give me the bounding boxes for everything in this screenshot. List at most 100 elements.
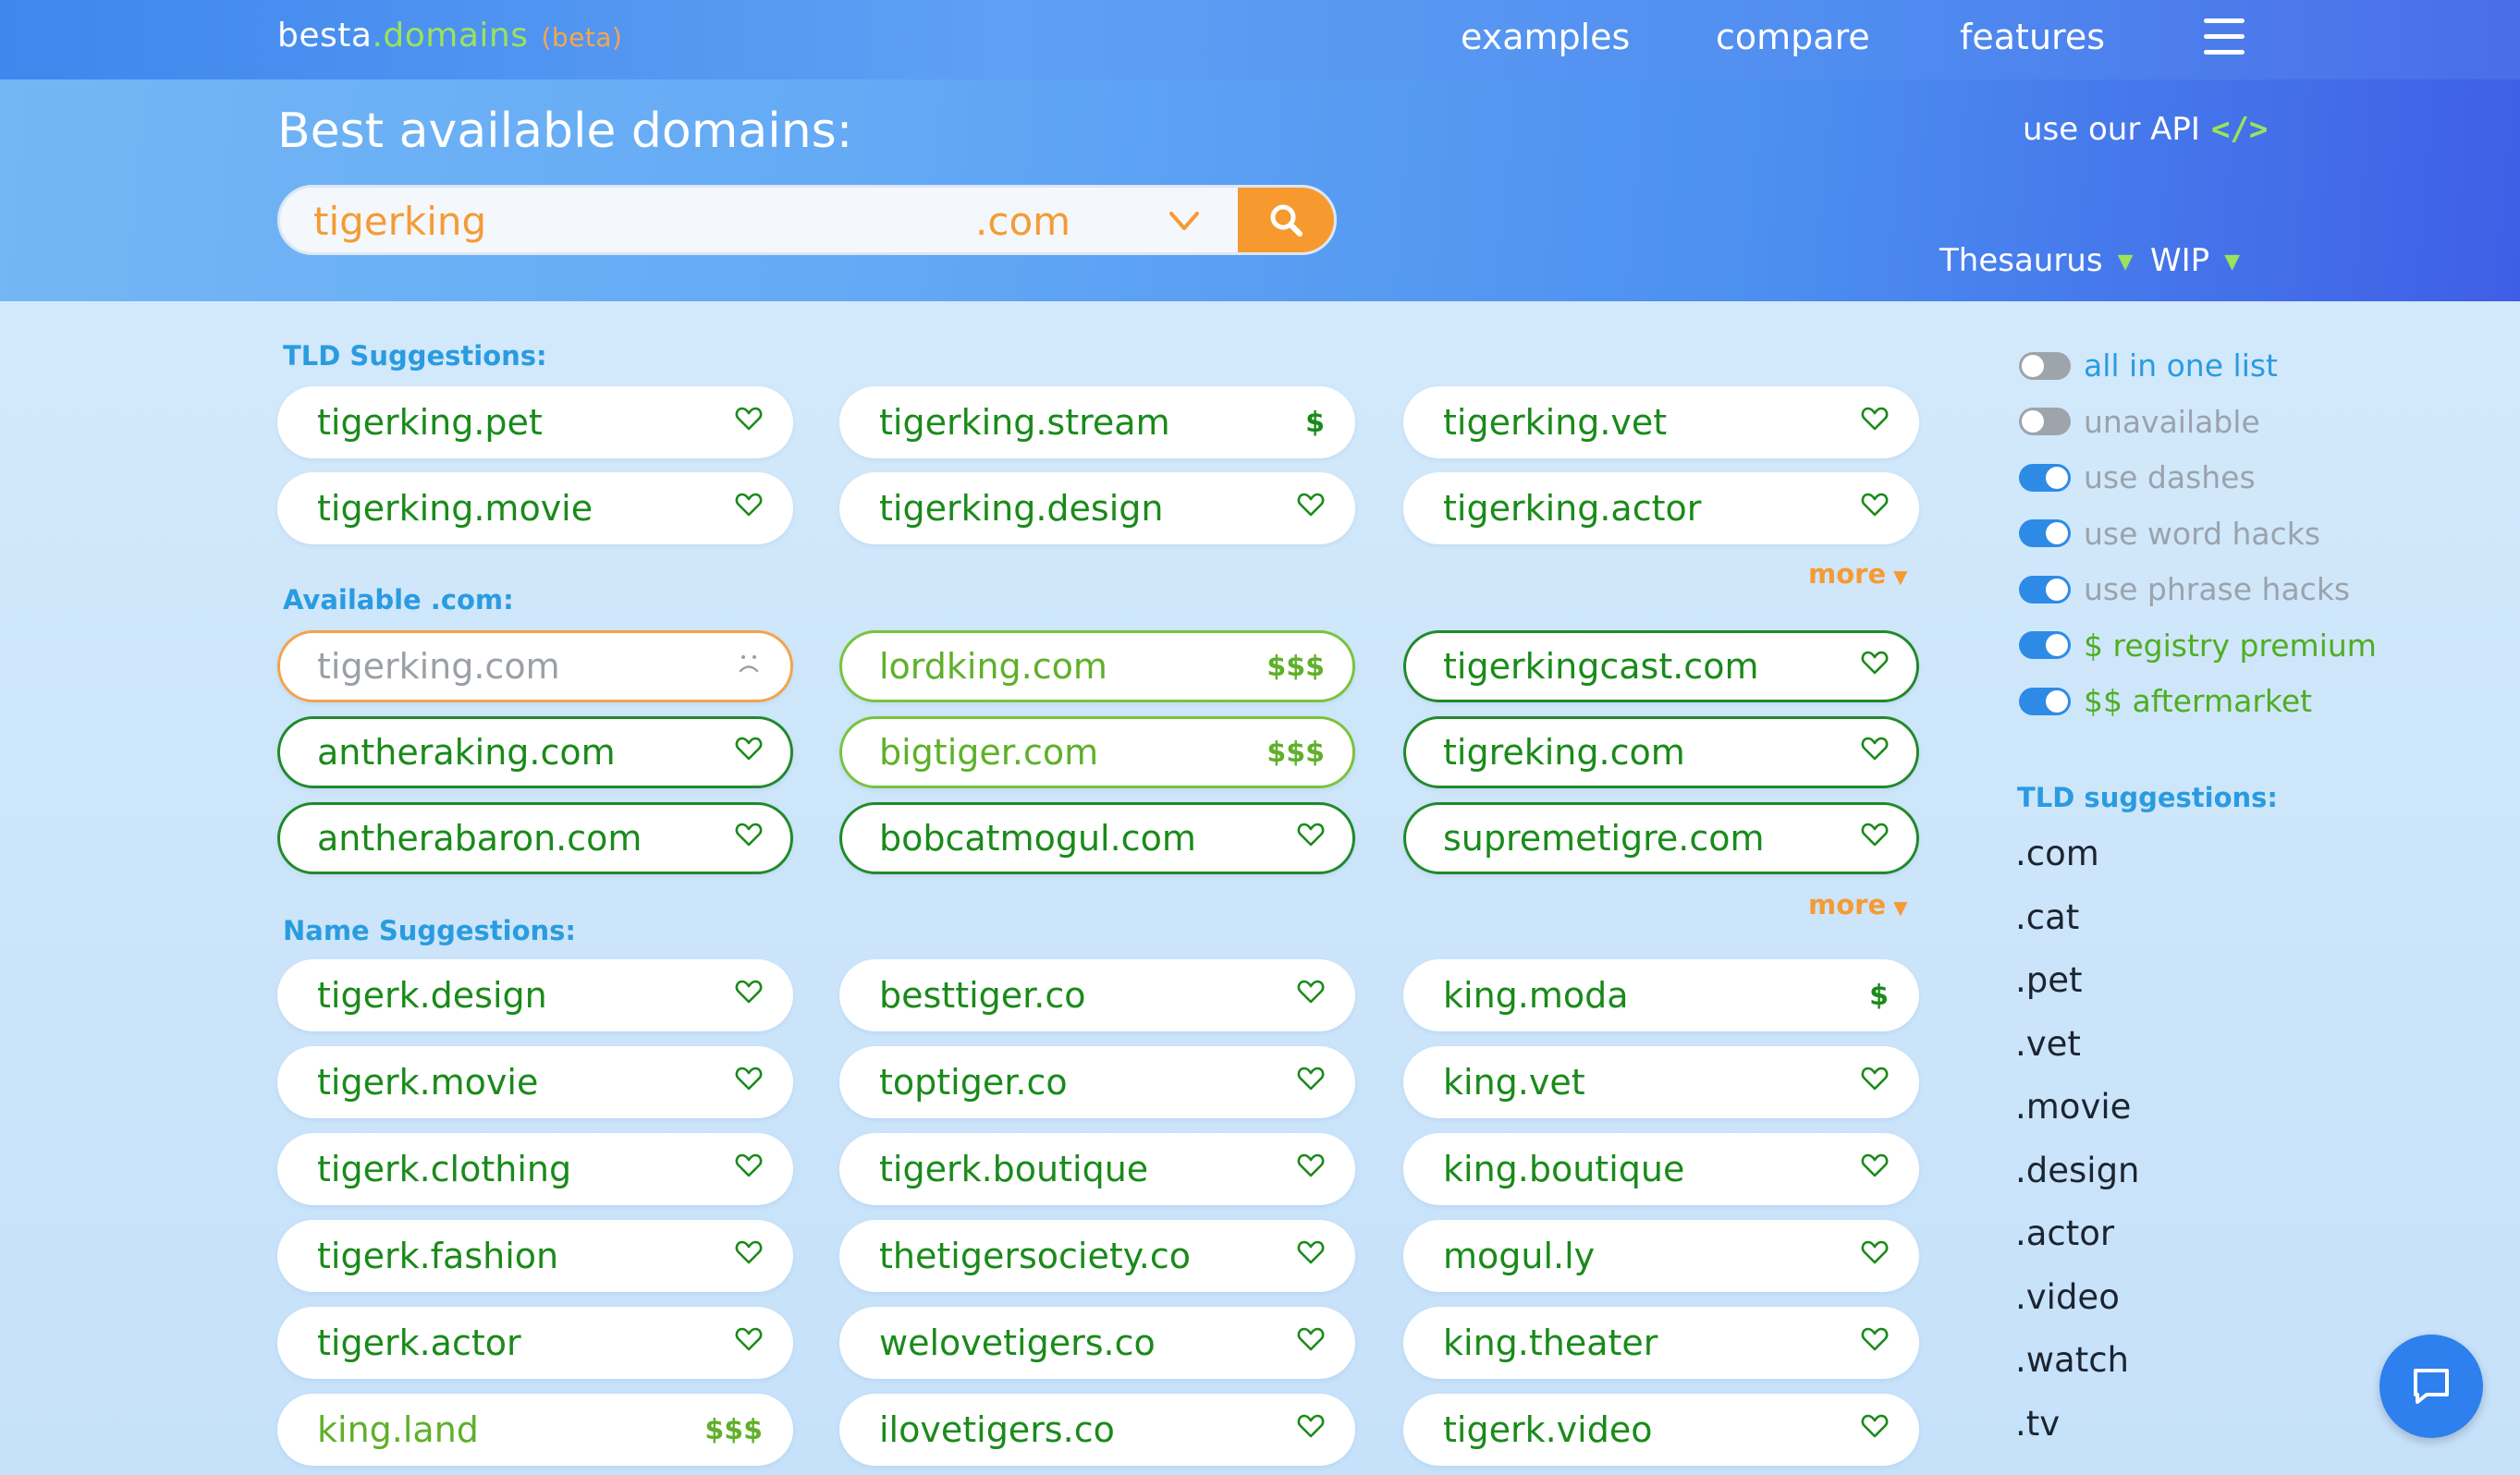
tld-suggestion-card[interactable]: tigerking.vet bbox=[1403, 386, 1919, 458]
tld-suggestion-card[interactable]: tigerking.movie bbox=[277, 472, 793, 544]
heart-icon[interactable] bbox=[735, 735, 763, 770]
name-suggestion-card[interactable]: tigerk.video bbox=[1403, 1394, 1919, 1466]
heart-icon[interactable] bbox=[1861, 649, 1889, 684]
name-suggestion-card[interactable]: tigerk.movie bbox=[277, 1046, 793, 1118]
toggle-switch[interactable] bbox=[2019, 575, 2071, 603]
name-suggestion-card[interactable]: king.theater bbox=[1403, 1307, 1919, 1379]
heart-icon[interactable] bbox=[1861, 1065, 1889, 1100]
name-suggestion-card[interactable]: tigerk.clothing bbox=[277, 1133, 793, 1205]
toggle-switch[interactable] bbox=[2019, 519, 2071, 547]
heart-icon[interactable] bbox=[735, 821, 763, 856]
name-suggestion-card[interactable]: king.moda $ bbox=[1403, 959, 1919, 1031]
available-domain-card[interactable]: tigerking.com bbox=[277, 630, 793, 702]
tld-suggestion-card[interactable]: tigerking.stream $ bbox=[839, 386, 1355, 458]
name-suggestion-card[interactable]: tigerk.design bbox=[277, 959, 793, 1031]
sidebar-tld-item[interactable]: .pet bbox=[2015, 960, 2083, 1000]
menu-icon[interactable] bbox=[2204, 18, 2245, 55]
heart-icon[interactable] bbox=[1861, 821, 1889, 856]
heart-icon[interactable] bbox=[735, 1152, 763, 1187]
name-suggestion-card[interactable]: tigerk.fashion bbox=[277, 1220, 793, 1292]
name-suggestion-card[interactable]: king.boutique bbox=[1403, 1133, 1919, 1205]
heart-icon[interactable] bbox=[1861, 1152, 1889, 1187]
available-domain-card[interactable]: tigerkingcast.com bbox=[1403, 630, 1919, 702]
toggle-switch[interactable] bbox=[2019, 463, 2071, 492]
heart-icon[interactable] bbox=[1861, 1325, 1889, 1360]
heart-icon[interactable] bbox=[1297, 1152, 1325, 1187]
name-suggestion-card[interactable]: tigerk.actor bbox=[277, 1307, 793, 1379]
wip-dropdown[interactable]: WIP ▼ bbox=[2150, 242, 2240, 279]
available-domain-card[interactable]: bobcatmogul.com bbox=[839, 802, 1355, 874]
heart-icon[interactable] bbox=[1861, 735, 1889, 770]
thesaurus-dropdown[interactable]: Thesaurus ▼ bbox=[1939, 242, 2134, 279]
heart-icon[interactable] bbox=[735, 1325, 763, 1360]
option-toggle-row[interactable]: use word hacks bbox=[2019, 516, 2320, 552]
option-toggle-row[interactable]: unavailable bbox=[2019, 404, 2260, 440]
heart-icon[interactable] bbox=[1297, 1412, 1325, 1447]
more-available-button[interactable]: more ▼ bbox=[1808, 889, 1908, 920]
option-toggle-row[interactable]: use phrase hacks bbox=[2019, 571, 2350, 607]
site-logo[interactable]: besta.domains (beta) bbox=[277, 17, 622, 55]
sidebar-tld-item[interactable]: .watch bbox=[2015, 1340, 2129, 1380]
sidebar-tld-item[interactable]: .movie bbox=[2015, 1087, 2131, 1127]
tld-suggestion-card[interactable]: tigerking.design bbox=[839, 472, 1355, 544]
tld-suggestion-card[interactable]: tigerking.actor bbox=[1403, 472, 1919, 544]
heart-icon[interactable] bbox=[1861, 491, 1889, 526]
price-badge[interactable]: $ bbox=[1305, 407, 1325, 439]
available-domain-card[interactable]: bigtiger.com $$$ bbox=[839, 716, 1355, 788]
name-suggestion-card[interactable]: ilovetigers.co bbox=[839, 1394, 1355, 1466]
heart-icon[interactable] bbox=[1297, 978, 1325, 1013]
name-suggestion-card[interactable]: tigerk.boutique bbox=[839, 1133, 1355, 1205]
option-toggle-row[interactable]: $$ aftermarket bbox=[2019, 683, 2312, 719]
nav-features[interactable]: features bbox=[1960, 17, 2105, 57]
heart-icon[interactable] bbox=[1861, 405, 1889, 440]
name-suggestion-card[interactable]: welovetigers.co bbox=[839, 1307, 1355, 1379]
nav-examples[interactable]: examples bbox=[1461, 17, 1630, 57]
heart-icon[interactable] bbox=[735, 1065, 763, 1100]
sidebar-tld-item[interactable]: .cat bbox=[2015, 897, 2079, 937]
sidebar-tld-item[interactable]: .actor bbox=[2015, 1213, 2114, 1253]
available-domain-card[interactable]: antheraking.com bbox=[277, 716, 793, 788]
toggle-switch[interactable] bbox=[2019, 351, 2071, 380]
sidebar-tld-item[interactable]: .tv bbox=[2015, 1404, 2060, 1444]
heart-icon[interactable] bbox=[1297, 491, 1325, 526]
available-domain-card[interactable]: supremetigre.com bbox=[1403, 802, 1919, 874]
option-toggle-row[interactable]: all in one list bbox=[2019, 347, 2278, 384]
name-suggestion-card[interactable]: toptiger.co bbox=[839, 1046, 1355, 1118]
search-input[interactable] bbox=[313, 199, 960, 243]
tld-suggestion-card[interactable]: tigerking.pet bbox=[277, 386, 793, 458]
sidebar-tld-item[interactable]: .vet bbox=[2015, 1024, 2081, 1064]
heart-icon[interactable] bbox=[735, 978, 763, 1013]
heart-icon[interactable] bbox=[1297, 1065, 1325, 1100]
toggle-switch[interactable] bbox=[2019, 687, 2071, 715]
name-suggestion-card[interactable]: king.land $$$ bbox=[277, 1394, 793, 1466]
tld-select[interactable]: .com bbox=[975, 199, 1070, 244]
price-badge[interactable]: $$$ bbox=[1266, 737, 1325, 769]
heart-icon[interactable] bbox=[1861, 1412, 1889, 1447]
heart-icon[interactable] bbox=[735, 491, 763, 526]
chevron-down-icon[interactable] bbox=[1168, 204, 1201, 238]
heart-icon[interactable] bbox=[1297, 1325, 1325, 1360]
available-domain-card[interactable]: antherabaron.com bbox=[277, 802, 793, 874]
toggle-switch[interactable] bbox=[2019, 408, 2071, 435]
heart-icon[interactable] bbox=[735, 405, 763, 440]
name-suggestion-card[interactable]: thetigersociety.co bbox=[839, 1220, 1355, 1292]
heart-icon[interactable] bbox=[1297, 1238, 1325, 1274]
name-suggestion-card[interactable]: king.vet bbox=[1403, 1046, 1919, 1118]
toggle-switch[interactable] bbox=[2019, 631, 2071, 659]
name-suggestion-card[interactable]: mogul.ly bbox=[1403, 1220, 1919, 1292]
price-badge[interactable]: $ bbox=[1869, 980, 1889, 1012]
sidebar-tld-item[interactable]: .design bbox=[2015, 1151, 2140, 1190]
nav-compare[interactable]: compare bbox=[1716, 17, 1870, 57]
option-toggle-row[interactable]: $ registry premium bbox=[2019, 628, 2377, 664]
price-badge[interactable]: $$$ bbox=[704, 1414, 763, 1446]
option-toggle-row[interactable]: use dashes bbox=[2019, 459, 2256, 495]
name-suggestion-card[interactable]: besttiger.co bbox=[839, 959, 1355, 1031]
available-domain-card[interactable]: lordking.com $$$ bbox=[839, 630, 1355, 702]
heart-icon[interactable] bbox=[735, 1238, 763, 1274]
more-tld-button[interactable]: more ▼ bbox=[1808, 558, 1908, 590]
sidebar-tld-item[interactable]: .com bbox=[2015, 834, 2099, 873]
heart-icon[interactable] bbox=[1861, 1238, 1889, 1274]
available-domain-card[interactable]: tigreking.com bbox=[1403, 716, 1919, 788]
search-button[interactable] bbox=[1238, 188, 1334, 252]
sidebar-tld-item[interactable]: .video bbox=[2015, 1277, 2120, 1317]
